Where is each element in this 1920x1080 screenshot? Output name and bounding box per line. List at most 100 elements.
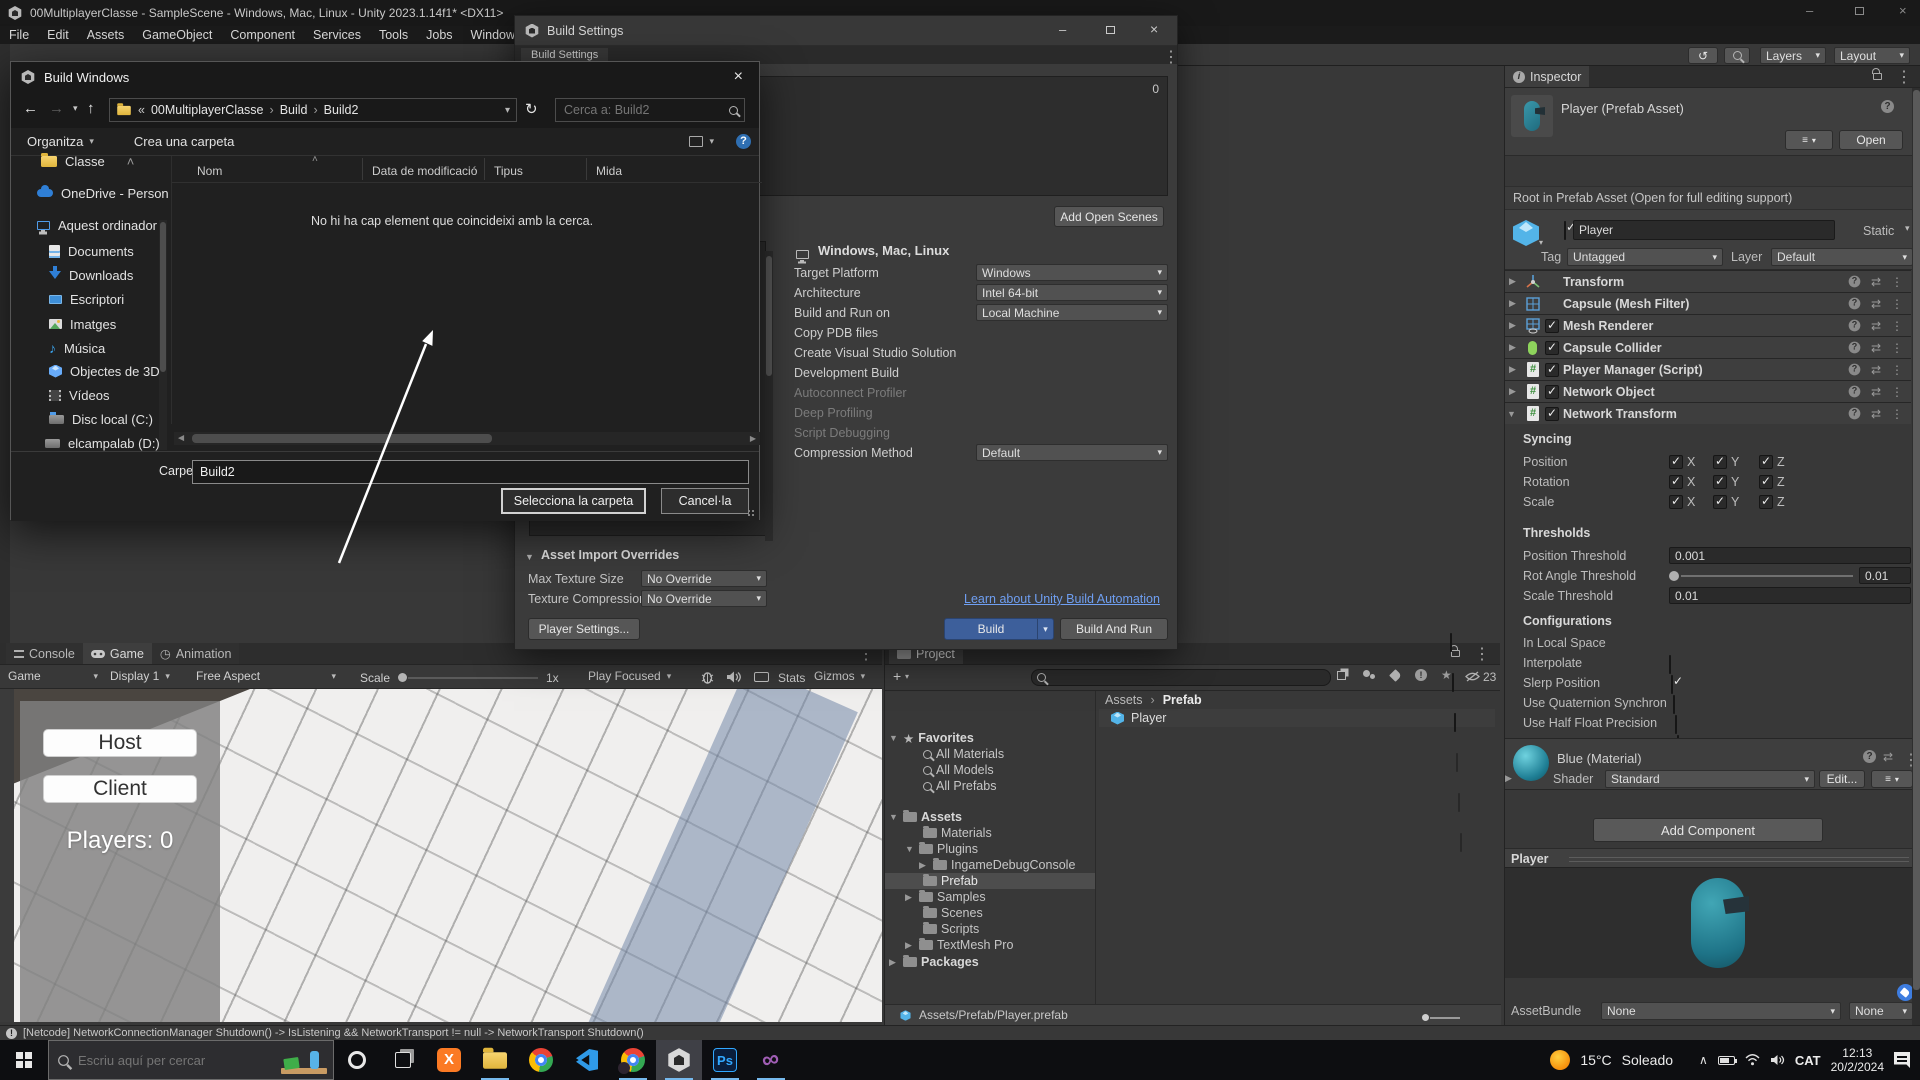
menu-edit[interactable]: Edit <box>38 28 78 42</box>
dialog-search-input[interactable] <box>562 102 712 118</box>
inspector-scrollbar[interactable] <box>1912 88 1920 1025</box>
enabled-checkbox[interactable] <box>1545 341 1559 355</box>
history-icon[interactable] <box>1688 47 1718 64</box>
sidebar-item-classe[interactable]: Classe <box>41 152 134 170</box>
mute-audio-icon[interactable] <box>726 670 742 684</box>
scrollbar-thumb[interactable] <box>192 434 492 443</box>
enabled-checkbox[interactable] <box>1545 319 1559 333</box>
tree-packages[interactable]: Packages <box>889 954 979 970</box>
help-icon[interactable]: ? <box>1863 750 1876 763</box>
recent-locations-chevron[interactable] <box>73 103 78 114</box>
use-quaternion-checkbox[interactable] <box>1675 715 1677 734</box>
menu-file[interactable]: File <box>0 28 38 42</box>
tree-divider[interactable] <box>1095 691 1096 1004</box>
editor-search-icon[interactable] <box>1724 47 1750 64</box>
folder-name-input[interactable] <box>192 460 749 484</box>
refresh-icon[interactable] <box>525 100 538 118</box>
hidden-count-eye-icon[interactable] <box>1465 671 1480 682</box>
layers-dropdown[interactable]: Layers <box>1760 47 1826 64</box>
sidebar-item-documents[interactable]: Documents <box>49 242 134 260</box>
build-and-run-on-dropdown[interactable]: Local Machine <box>976 304 1168 321</box>
tab-inspector[interactable]: i Inspector <box>1505 66 1589 87</box>
interpolate-checkbox[interactable] <box>1671 675 1673 694</box>
sync-x-checkbox[interactable] <box>1669 455 1683 469</box>
build-and-run-button[interactable]: Build And Run <box>1060 618 1168 640</box>
back-icon[interactable] <box>23 100 38 117</box>
create-asset-button[interactable] <box>893 668 901 684</box>
architecture-dropdown[interactable]: Intel 64-bit <box>976 284 1168 301</box>
enabled-checkbox[interactable] <box>1545 385 1559 399</box>
filter-by-label-icon[interactable] <box>1389 669 1402 682</box>
properties-list-button[interactable]: ≡ <box>1785 130 1833 150</box>
more-icon[interactable] <box>1891 319 1903 333</box>
preview-header[interactable]: Player <box>1505 848 1920 868</box>
foldout-icon[interactable] <box>1509 364 1516 375</box>
close-button[interactable] <box>1150 21 1158 37</box>
menu-gameobject[interactable]: GameObject <box>133 28 221 42</box>
address-dropdown-chevron[interactable] <box>505 105 510 116</box>
foldout-open-icon[interactable] <box>889 733 899 743</box>
component-network-transform[interactable]: # Network Transform ? <box>1505 402 1911 424</box>
menu-assets[interactable]: Assets <box>78 28 134 42</box>
menu-services[interactable]: Services <box>304 28 370 42</box>
texture-compression-dropdown[interactable]: No Override <box>641 590 767 607</box>
tree-favorites[interactable]: Favorites <box>889 730 974 746</box>
play-focused-dropdown[interactable]: Play Focused <box>588 669 671 683</box>
breadcrumb-project[interactable]: 00MultiplayerClasse <box>151 103 264 117</box>
sync-z-checkbox[interactable] <box>1759 495 1773 509</box>
target-platform-dropdown[interactable]: Windows <box>976 264 1168 281</box>
filter-important-icon[interactable]: ! <box>1415 669 1427 681</box>
more-icon[interactable] <box>1891 297 1903 311</box>
help-icon[interactable]: ? <box>1849 341 1861 353</box>
more-icon[interactable] <box>1891 385 1903 399</box>
presets-icon[interactable] <box>1871 363 1881 377</box>
tree-prefab-selected[interactable]: Prefab <box>885 873 1095 889</box>
column-type[interactable]: Tipus <box>494 164 523 178</box>
up-icon[interactable] <box>87 100 95 117</box>
taskbar-unity-icon[interactable] <box>656 1040 702 1080</box>
weather-temp[interactable]: 15°C <box>1580 1052 1611 1068</box>
taskbar-search-input[interactable] <box>76 1052 246 1069</box>
preview-area[interactable] <box>1505 868 1920 978</box>
enabled-checkbox[interactable] <box>1545 407 1559 421</box>
menu-component[interactable]: Component <box>221 28 304 42</box>
panel-menu-icon[interactable] <box>1474 644 1490 664</box>
static-chevron[interactable] <box>1905 223 1910 234</box>
sync-z-checkbox[interactable] <box>1759 455 1773 469</box>
debug-bug-icon[interactable] <box>700 670 715 684</box>
tree-ingamedebugconsole[interactable]: IngameDebugConsole <box>919 857 1075 873</box>
cancel-button[interactable]: Cancel·la <box>661 488 749 514</box>
tab-console[interactable]: Console <box>6 643 83 664</box>
game-viewport[interactable]: Host Client Players: 0 <box>0 689 882 1022</box>
foldout-icon[interactable] <box>1509 276 1516 287</box>
tree-textmeshpro[interactable]: TextMesh Pro <box>905 937 1013 953</box>
sidebar-item-downloads[interactable]: Downloads <box>49 266 133 284</box>
organize-menu[interactable]: Organitza <box>27 134 83 149</box>
foldout-open-icon[interactable] <box>889 812 899 822</box>
help-icon[interactable]: ? <box>1849 319 1861 331</box>
tree-scenes[interactable]: Scenes <box>923 905 983 921</box>
presets-icon[interactable] <box>1871 341 1881 355</box>
compression-method-dropdown[interactable]: Default <box>976 444 1168 461</box>
taskbar-visualstudio-icon[interactable] <box>748 1040 794 1080</box>
more-icon[interactable] <box>1891 407 1903 421</box>
foldout-open-icon[interactable] <box>1507 409 1516 419</box>
assetbundle-dropdown[interactable]: None <box>1601 1002 1841 1020</box>
component-transform[interactable]: Transform ? <box>1505 270 1911 292</box>
sync-y-checkbox[interactable] <box>1713 455 1727 469</box>
sidebar-item-d-drive[interactable]: elcampalab (D:) <box>45 434 160 452</box>
build-automation-link[interactable]: Learn about Unity Build Automation <box>964 592 1160 606</box>
in-local-space-checkbox[interactable] <box>1669 655 1671 674</box>
maximize-button[interactable] <box>1855 7 1864 15</box>
shader-dropdown[interactable]: Standard <box>1605 770 1815 788</box>
position-threshold-field[interactable]: 0.001 <box>1669 547 1911 564</box>
menu-jobs[interactable]: Jobs <box>417 28 461 42</box>
scale-slider-track[interactable] <box>408 677 538 679</box>
column-divider[interactable] <box>484 158 485 180</box>
component-mesh-renderer[interactable]: Mesh Renderer ? <box>1505 314 1911 336</box>
foldout-icon[interactable] <box>1509 298 1516 309</box>
help-icon[interactable]: ? <box>1849 275 1861 287</box>
help-icon[interactable]: ? <box>1849 363 1861 375</box>
thumbnail-size-track[interactable] <box>1430 1017 1460 1019</box>
build-settings-scrollbar[interactable] <box>765 251 773 541</box>
